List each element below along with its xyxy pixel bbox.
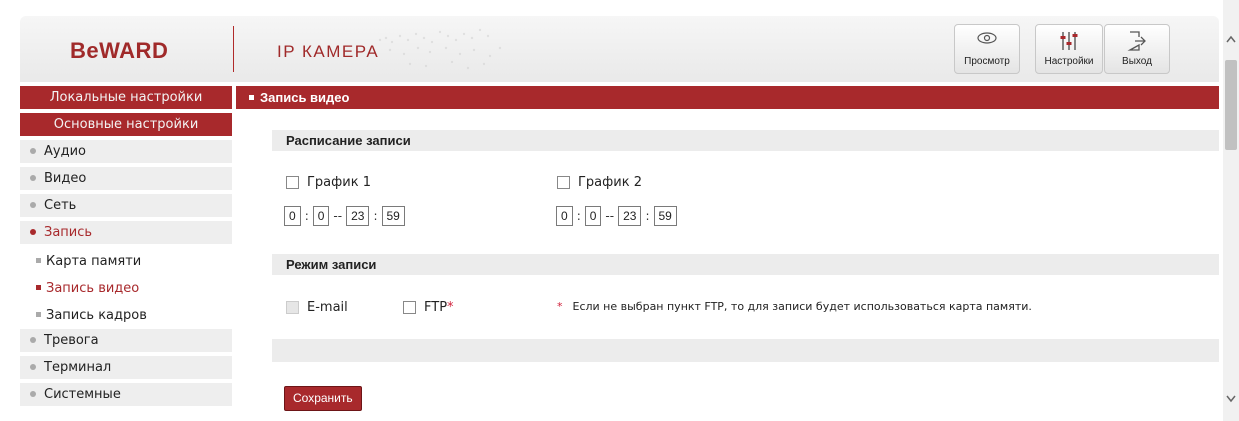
ftp-required-star: * xyxy=(447,300,454,315)
schedule-1-checkbox[interactable] xyxy=(286,176,299,189)
exit-button[interactable]: Выход xyxy=(1104,24,1170,74)
sidebar-item-network[interactable]: Сеть xyxy=(20,194,232,217)
email-row: E-mail xyxy=(286,300,348,315)
settings-button[interactable]: Настройки xyxy=(1035,24,1103,74)
schedule-2-row: График 2 xyxy=(557,175,642,190)
bullet-icon xyxy=(30,363,36,370)
bullet-icon xyxy=(30,228,36,235)
scroll-up-icon[interactable] xyxy=(1223,32,1239,48)
sidebar-sub-label: Запись видео xyxy=(46,281,140,296)
schedule-2-time: 0 : 0 -- 23 : 59 xyxy=(556,206,677,226)
schedule-1-start-hour[interactable]: 0 xyxy=(284,206,301,226)
schedule-2-start-hour[interactable]: 0 xyxy=(556,206,573,226)
sidebar-item-label: Сеть xyxy=(44,198,77,213)
email-label: E-mail xyxy=(307,300,348,315)
sidebar-item-label: Системные xyxy=(44,387,121,402)
schedule-2-checkbox[interactable] xyxy=(557,176,570,189)
colon-separator: : xyxy=(373,209,378,223)
ftp-row: FTP * xyxy=(403,300,454,315)
colon-separator: : xyxy=(304,209,309,223)
sidebar-local-settings[interactable]: Локальные настройки xyxy=(20,86,232,109)
scroll-down-icon[interactable] xyxy=(1223,390,1239,406)
dash-separator: -- xyxy=(333,209,343,223)
schedule-1-row: График 1 xyxy=(286,175,371,190)
sidebar-item-video[interactable]: Видео xyxy=(20,167,232,190)
bullet-icon xyxy=(30,201,36,208)
sidebar-item-record[interactable]: Запись xyxy=(20,221,232,244)
colon-separator: : xyxy=(576,209,581,223)
sidebar-main-settings[interactable]: Основные настройки xyxy=(20,113,232,136)
bullet-icon xyxy=(30,336,36,343)
schedule-2-end-hour[interactable]: 23 xyxy=(618,206,642,226)
sidebar-item-label: Аудио xyxy=(44,144,86,159)
sidebar-item-label: Терминал xyxy=(44,360,112,375)
sidebar-item-terminal[interactable]: Терминал xyxy=(20,356,232,379)
ftp-label: FTP xyxy=(424,300,448,315)
bullet-icon xyxy=(30,174,36,181)
eye-icon xyxy=(977,32,997,44)
exit-button-label: Выход xyxy=(1122,56,1152,67)
dash-separator: -- xyxy=(605,209,615,223)
empty-section-bar xyxy=(272,339,1219,362)
schedule-2-start-minute[interactable]: 0 xyxy=(584,206,602,226)
ftp-note: * Если не выбран пункт FTP, то для записи… xyxy=(557,300,1032,313)
note-text: Если не выбран пункт FTP, то для записи … xyxy=(572,300,1032,313)
sidebar-item-label: Запись xyxy=(44,225,93,240)
sidebar-sub-frame-record[interactable]: Запись кадров xyxy=(20,302,232,329)
exit-icon xyxy=(1127,31,1146,51)
sidebar-item-system[interactable]: Системные xyxy=(20,383,232,406)
bullet-icon xyxy=(36,285,41,290)
schedule-1-start-minute[interactable]: 0 xyxy=(312,206,330,226)
view-button[interactable]: Просмотр xyxy=(954,24,1020,74)
sidebar-sub-label: Карта памяти xyxy=(46,254,142,269)
sidebar-sub-video-record[interactable]: Запись видео xyxy=(20,275,232,302)
sidebar-item-label: Тревога xyxy=(44,333,99,348)
schedule-2-label: График 2 xyxy=(578,175,642,190)
camera-title: IP КАМЕРА xyxy=(277,42,380,61)
sliders-icon xyxy=(1060,32,1078,50)
sidebar-item-label: Видео xyxy=(44,171,87,186)
bullet-icon xyxy=(30,390,36,397)
bullet-icon xyxy=(36,312,41,317)
schedule-1-time: 0 : 0 -- 23 : 59 xyxy=(284,206,405,226)
schedule-1-label: График 1 xyxy=(307,175,371,190)
sidebar-item-audio[interactable]: Аудио xyxy=(20,140,232,163)
sidebar-sub-memory-card[interactable]: Карта памяти xyxy=(20,248,232,275)
sidebar: Локальные настройки Основные настройки А… xyxy=(20,86,232,410)
mode-section-heading: Режим записи xyxy=(272,254,1219,275)
sidebar-item-alarm[interactable]: Тревога xyxy=(20,329,232,352)
beward-logo: BeWARD xyxy=(70,38,169,63)
schedule-1-end-hour[interactable]: 23 xyxy=(346,206,370,226)
schedule-2-end-minute[interactable]: 59 xyxy=(653,206,677,226)
schedule-1-end-minute[interactable]: 59 xyxy=(381,206,405,226)
header-bar: BeWARD IP КАМЕРА Просмотр Настройки Выхо… xyxy=(20,16,1219,82)
header-divider xyxy=(233,26,234,72)
bullet-icon xyxy=(30,147,36,154)
sidebar-sub-label: Запись кадров xyxy=(46,308,147,323)
scroll-thumb[interactable] xyxy=(1225,60,1237,150)
bullet-icon xyxy=(36,258,41,263)
world-map-decoration xyxy=(378,28,502,70)
save-button[interactable]: Сохранить xyxy=(284,386,362,411)
ftp-checkbox[interactable] xyxy=(403,301,416,314)
page-title: Запись видео xyxy=(236,86,1219,109)
view-button-label: Просмотр xyxy=(964,56,1010,67)
colon-separator: : xyxy=(645,209,650,223)
note-star: * xyxy=(557,300,563,313)
settings-button-label: Настройки xyxy=(1044,56,1094,67)
schedule-section-heading: Расписание записи xyxy=(272,130,1219,151)
email-checkbox[interactable] xyxy=(286,301,299,314)
